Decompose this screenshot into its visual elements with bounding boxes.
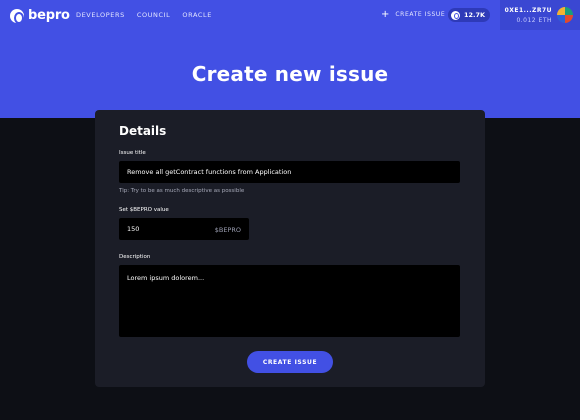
nav-item-oracle[interactable]: ORACLE bbox=[182, 11, 212, 19]
description-value: Lorem ipsum dolorem... bbox=[127, 274, 205, 282]
avatar bbox=[557, 7, 573, 23]
bepro-logo-icon bbox=[10, 8, 24, 24]
main-nav: DEVELOPERS COUNCIL ORACLE bbox=[76, 11, 212, 19]
issue-title-label: Issue title bbox=[119, 150, 146, 156]
issue-title-input[interactable]: Remove all getContract functions from Ap… bbox=[119, 161, 460, 183]
bepro-balance-value: 12.7K bbox=[464, 11, 486, 19]
description-label: Description bbox=[119, 254, 151, 260]
bepro-value-input[interactable]: 150 $BEPRO bbox=[119, 218, 249, 240]
create-issue-nav-label: CREATE ISSUE bbox=[395, 11, 446, 18]
brand-logo[interactable]: bepro bbox=[10, 8, 70, 24]
page-title: Create new issue bbox=[191, 62, 389, 86]
bepro-token-icon bbox=[451, 10, 460, 20]
brand-name: bepro bbox=[28, 8, 70, 23]
nav-item-council[interactable]: COUNCIL bbox=[137, 11, 171, 19]
wallet-eth-balance: 0.012 ETH bbox=[516, 17, 552, 24]
description-textarea[interactable]: Lorem ipsum dolorem... bbox=[119, 265, 460, 337]
bepro-value-amount: 150 bbox=[127, 225, 140, 233]
issue-title-value: Remove all getContract functions from Ap… bbox=[127, 168, 292, 176]
nav-item-developers[interactable]: DEVELOPERS bbox=[76, 11, 125, 19]
create-issue-nav-button[interactable]: + CREATE ISSUE bbox=[381, 9, 446, 20]
wallet-address: 0XE1...ZR7U bbox=[504, 7, 552, 14]
top-navigation: bepro DEVELOPERS COUNCIL ORACLE + CREATE… bbox=[0, 0, 580, 30]
issue-form-card: Details Issue title Remove all getContra… bbox=[95, 110, 485, 387]
bepro-value-label: Set $BEPRO value bbox=[119, 207, 169, 213]
bepro-value-suffix: $BEPRO bbox=[214, 226, 241, 234]
issue-title-tip: Tip: Try to be as much descriptive as po… bbox=[119, 188, 245, 194]
bepro-balance-badge[interactable]: 12.7K bbox=[448, 8, 490, 22]
create-issue-button[interactable]: CREATE ISSUE bbox=[247, 351, 333, 373]
plus-icon: + bbox=[381, 9, 390, 20]
wallet-button[interactable]: 0XE1...ZR7U 0.012 ETH bbox=[500, 0, 580, 30]
form-heading: Details bbox=[119, 124, 167, 138]
